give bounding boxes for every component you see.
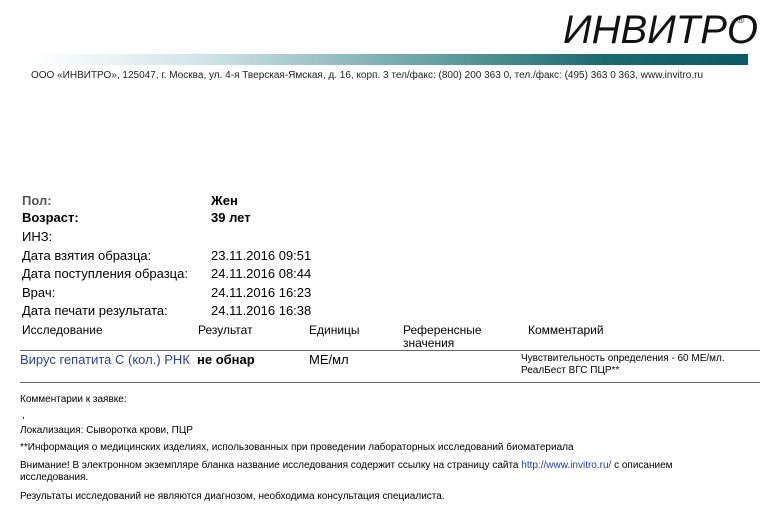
inz-label: ИНЗ:: [22, 229, 53, 244]
devices-info-text: **Информация о медицинских изделиях, исп…: [20, 442, 574, 453]
header-gradient-band: [31, 54, 748, 65]
doctor-value: 24.11.2016 16:23: [211, 285, 312, 300]
col-header-reference-line2: значения: [403, 336, 455, 350]
registered-mark: ®: [737, 15, 745, 26]
doctor-label: Врач:: [22, 285, 56, 300]
comments-label: Комментарии к заявке:: [20, 394, 127, 405]
received-date-label: Дата поступления образца:: [22, 266, 188, 281]
result-comment: Чувствительность определения - 60 МЕ/мл.…: [521, 353, 725, 376]
table-row-rule: [20, 382, 760, 383]
print-date-value: 24.11.2016 16:38: [211, 303, 312, 318]
notice-text: Внимание! В электронном экземпляре бланк…: [20, 460, 720, 484]
sex-value: Жен: [211, 193, 238, 208]
print-date-label: Дата печати результата:: [22, 303, 168, 318]
col-header-reference: Референсные значения: [403, 324, 482, 350]
age-label: Возраст:: [22, 210, 79, 225]
col-header-study: Исследование: [22, 323, 103, 337]
invitro-site-link[interactable]: http://www.invitro.ru/: [521, 460, 611, 471]
company-address: ООО «ИНВИТРО», 125047, г. Москва, ул. 4-…: [31, 70, 704, 81]
disclaimer-text: Результаты исследований не являются диаг…: [20, 491, 445, 502]
collect-date-value: 23.11.2016 09:51: [211, 248, 312, 263]
received-date-value: 24.11.2016 08:44: [211, 266, 312, 281]
age-value: 39 лет: [211, 210, 251, 225]
localization-text: Локализация: Сыворотка крови, ПЦР: [20, 425, 193, 436]
comments-value: ,: [22, 410, 25, 421]
sex-label: Пол:: [22, 193, 52, 208]
table-header-rule: [20, 350, 760, 351]
invitro-logo: ИНВИТРО: [563, 8, 759, 52]
units-value: МЕ/мл: [309, 352, 349, 367]
col-header-comment: Комментарий: [528, 323, 604, 337]
col-header-units: Единицы: [309, 323, 360, 337]
col-header-result: Результат: [198, 323, 253, 337]
result-value: не обнар: [197, 352, 255, 367]
collect-date-label: Дата взятия образца:: [22, 248, 152, 263]
test-name-link[interactable]: Вирус гепатита С (кол.) РНК: [20, 352, 195, 367]
notice-before: Внимание! В электронном экземпляре бланк…: [20, 460, 522, 471]
